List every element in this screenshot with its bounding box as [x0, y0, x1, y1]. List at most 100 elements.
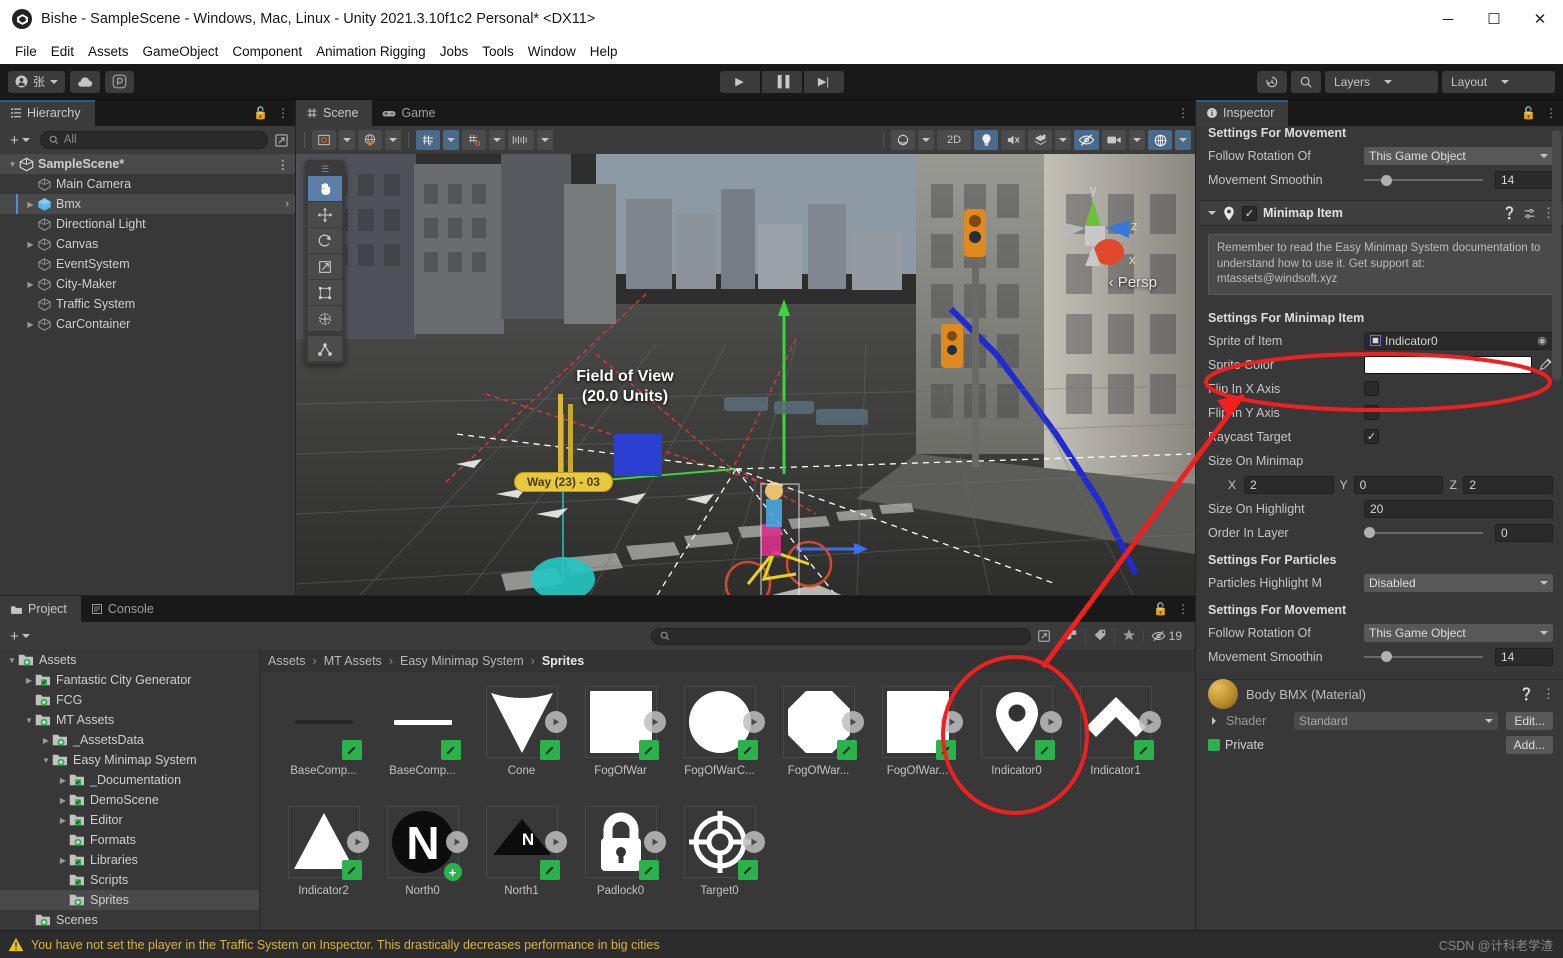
- preview-play-icon[interactable]: [644, 711, 666, 733]
- component-enabled-checkbox[interactable]: ✓: [1242, 206, 1257, 221]
- draw-mode-dropdown[interactable]: [339, 130, 355, 150]
- asset-thumbnail[interactable]: [1080, 686, 1152, 758]
- object-picker-icon[interactable]: ◉: [1537, 334, 1547, 347]
- move-tool-button[interactable]: [308, 202, 342, 227]
- pause-button[interactable]: ▐▐: [762, 71, 802, 93]
- asset-thumbnail[interactable]: [288, 686, 360, 758]
- kebab-menu-icon[interactable]: ⋮: [1177, 106, 1189, 120]
- asset-thumbnail[interactable]: [585, 686, 657, 758]
- asset-thumbnail[interactable]: [882, 686, 954, 758]
- project-tree-row[interactable]: ▶_AssetsData: [0, 730, 259, 750]
- palette-drag-handle[interactable]: ☰: [308, 163, 342, 175]
- breadcrumb-item[interactable]: Assets: [268, 654, 306, 668]
- kebab-menu-icon[interactable]: ⋮: [1542, 686, 1555, 702]
- asset-thumbnail[interactable]: [783, 686, 855, 758]
- asset-cell[interactable]: Padlock0: [571, 806, 670, 926]
- lock-icon[interactable]: 🔓: [1521, 106, 1536, 120]
- order-in-layer-value[interactable]: 0: [1495, 524, 1553, 542]
- top-follow-rotation-dropdown[interactable]: This Game Object: [1364, 147, 1553, 165]
- hierarchy-row[interactable]: Traffic System: [0, 294, 295, 314]
- menu-item-component[interactable]: Component: [225, 41, 309, 62]
- preview-play-icon[interactable]: [743, 831, 765, 853]
- transform-tool-button[interactable]: [308, 306, 342, 331]
- step-button[interactable]: ▶|: [804, 71, 844, 93]
- camera-settings-dropdown[interactable]: [1129, 130, 1145, 150]
- preview-play-icon[interactable]: [545, 831, 567, 853]
- expand-arrow-icon[interactable]: ▶: [40, 736, 52, 745]
- preview-play-icon[interactable]: [1040, 711, 1062, 733]
- custom-editor-tool-button[interactable]: [308, 336, 342, 361]
- scene-viewport[interactable]: Field of View (20.0 Units) Way (23) - 03…: [296, 154, 1195, 621]
- preview-play-icon[interactable]: [545, 711, 567, 733]
- filter-favorite-button[interactable]: [1114, 628, 1143, 645]
- grid-snap-button[interactable]: Y: [416, 130, 440, 150]
- breadcrumb-item[interactable]: Sprites: [542, 654, 584, 668]
- asset-thumbnail[interactable]: N+: [387, 806, 459, 878]
- rect-tool-button[interactable]: [308, 280, 342, 305]
- maximize-button[interactable]: ☐: [1471, 0, 1517, 38]
- project-tree-row[interactable]: Scenes: [0, 910, 259, 930]
- menu-item-help[interactable]: Help: [583, 41, 625, 62]
- size-y-field[interactable]: 0: [1354, 476, 1444, 494]
- lock-icon[interactable]: 🔓: [1153, 602, 1168, 616]
- toggle-2d-button[interactable]: 2D: [937, 130, 971, 150]
- project-tree-row[interactable]: ▼MT Assets: [0, 710, 259, 730]
- eyedropper-icon[interactable]: [1538, 357, 1553, 372]
- breadcrumb-item[interactable]: Easy Minimap System: [400, 654, 524, 668]
- tab-game[interactable]: Game: [372, 100, 449, 126]
- undo-history-button[interactable]: [1257, 71, 1287, 93]
- preview-play-icon[interactable]: [842, 711, 864, 733]
- layers-dropdown[interactable]: Layers: [1325, 71, 1438, 93]
- asset-cell[interactable]: BaseComp...: [373, 686, 472, 806]
- asset-thumbnail[interactable]: [387, 686, 459, 758]
- kebab-menu-icon[interactable]: ⋮: [277, 157, 290, 172]
- shader-edit-button[interactable]: Edit...: [1506, 712, 1553, 730]
- scene-fx-button[interactable]: [1028, 130, 1052, 150]
- grid-snap-dropdown[interactable]: [443, 130, 459, 150]
- hierarchy-expand-icon[interactable]: [274, 133, 289, 148]
- asset-cell[interactable]: NNorth1: [472, 806, 571, 926]
- kebab-menu-icon[interactable]: ⋮: [277, 106, 289, 120]
- shader-dropdown[interactable]: Standard: [1294, 712, 1498, 730]
- expand-arrow-icon[interactable]: ▼: [6, 160, 19, 169]
- sprite-of-item-field[interactable]: Indicator0 ◉: [1364, 332, 1553, 350]
- asset-cell[interactable]: FogOfWar...: [769, 686, 868, 806]
- asset-cell[interactable]: Indicator0: [967, 686, 1066, 806]
- menu-item-animation-rigging[interactable]: Animation Rigging: [309, 41, 433, 62]
- particles-highlight-dropdown[interactable]: Disabled: [1364, 574, 1553, 592]
- hierarchy-tree[interactable]: ▼SampleScene*⋮Main Camera▶Bmx›Directiona…: [0, 154, 295, 595]
- movement-smoothing-slider[interactable]: [1364, 648, 1483, 666]
- account-button[interactable]: 张: [8, 71, 65, 93]
- play-button[interactable]: ▶: [720, 71, 760, 93]
- help-icon[interactable]: ❔: [1519, 687, 1534, 701]
- project-create-button[interactable]: +: [6, 628, 34, 645]
- scene-gizmos-button[interactable]: [1148, 130, 1172, 150]
- asset-cell[interactable]: BaseComp...: [274, 686, 373, 806]
- size-on-highlight-field[interactable]: 20: [1364, 500, 1553, 518]
- project-tree-row[interactable]: Sprites: [0, 890, 259, 910]
- status-bar[interactable]: You have not set the player in the Traff…: [0, 930, 1563, 958]
- project-tree-row[interactable]: ▶Fantastic City Generator: [0, 670, 259, 690]
- hand-tool-button[interactable]: [308, 176, 342, 201]
- grid-visibility-dropdown[interactable]: [537, 130, 553, 150]
- asset-grid[interactable]: BaseComp...BaseComp...ConeFogOfWarFogOfW…: [260, 672, 1195, 931]
- preview-play-icon[interactable]: [1139, 711, 1161, 733]
- project-expand-icon[interactable]: [1037, 629, 1051, 643]
- expand-arrow-icon[interactable]: ▶: [57, 796, 69, 805]
- movement-smoothing-value[interactable]: 14: [1495, 648, 1553, 666]
- preview-play-icon[interactable]: [644, 831, 666, 853]
- scene-gizmos-dropdown[interactable]: [1175, 130, 1191, 150]
- expand-arrow-icon[interactable]: ▶: [24, 200, 37, 209]
- preview-play-icon[interactable]: [743, 711, 765, 733]
- expand-arrow-icon[interactable]: ▼: [6, 656, 18, 665]
- chevron-down-icon[interactable]: [1208, 211, 1216, 215]
- scene-axis-gizmo[interactable]: y z x: [1047, 172, 1143, 282]
- toggle-lighting-button[interactable]: [974, 130, 998, 150]
- minimize-button[interactable]: ─: [1425, 0, 1471, 38]
- expand-arrow-icon[interactable]: ▼: [40, 756, 52, 765]
- hierarchy-row[interactable]: Main Camera: [0, 174, 295, 194]
- order-in-layer-slider[interactable]: [1364, 524, 1483, 542]
- asset-cell[interactable]: FogOfWar: [571, 686, 670, 806]
- asset-cell[interactable]: Indicator1: [1066, 686, 1165, 806]
- grid-visibility-button[interactable]: [508, 130, 534, 150]
